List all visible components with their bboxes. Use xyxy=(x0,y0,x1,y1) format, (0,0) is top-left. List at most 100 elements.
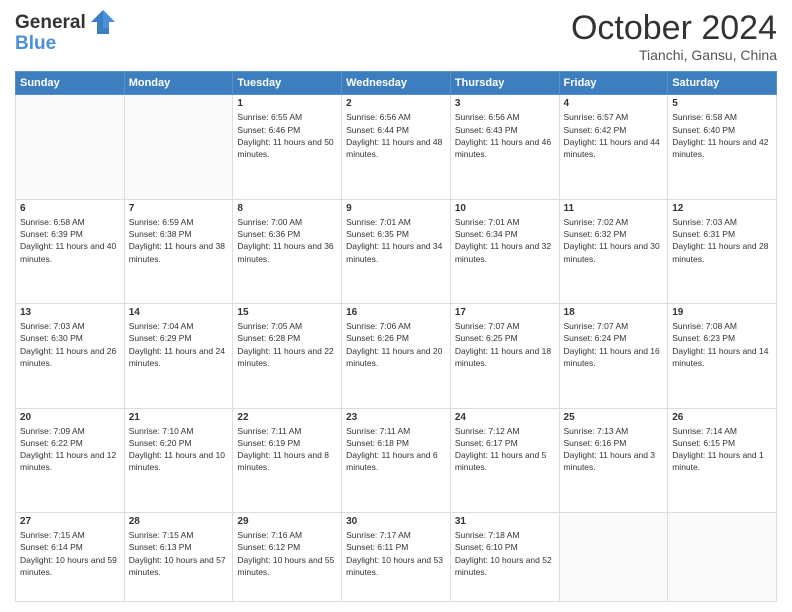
day-info-line: Sunset: 6:42 PM xyxy=(564,125,627,135)
day-info: Sunrise: 7:12 AMSunset: 6:17 PMDaylight:… xyxy=(455,425,555,474)
day-number: 1 xyxy=(237,98,337,109)
col-header-sunday: Sunday xyxy=(16,72,125,95)
day-info: Sunrise: 7:15 AMSunset: 6:13 PMDaylight:… xyxy=(129,529,229,578)
week-row-4: 27 Sunrise: 7:15 AM Sunset: 6:14 PM Dayligh… xyxy=(16,512,777,601)
day-info-line: Sunset: 6:24 PM xyxy=(564,333,627,343)
day-info-line: Daylight: 11 hours and 48 minutes. xyxy=(346,137,442,159)
day-info-line: Daylight: 11 hours and 30 minutes. xyxy=(564,241,660,263)
day-info: Sunrise: 7:16 AMSunset: 6:12 PMDaylight:… xyxy=(237,529,337,578)
day-info: Sunrise: 7:07 AMSunset: 6:25 PMDaylight:… xyxy=(455,320,555,369)
title-block: October 2024 Tianchi, Gansu, China xyxy=(571,10,777,63)
day-number: 18 xyxy=(564,307,664,318)
day-cell: 28Sunrise: 7:15 AMSunset: 6:13 PMDayligh… xyxy=(124,512,233,601)
day-number: 7 xyxy=(129,203,229,214)
day-info-line: Sunrise: 7:03 AM xyxy=(672,217,737,227)
day-info-line: Daylight: 11 hours and 26 minutes. xyxy=(20,346,116,368)
day-info: Sunrise: 7:17 AMSunset: 6:11 PMDaylight:… xyxy=(346,529,446,578)
day-cell: 13Sunrise: 7:03 AMSunset: 6:30 PMDayligh… xyxy=(16,304,125,408)
day-cell: 23Sunrise: 7:11 AMSunset: 6:18 PMDayligh… xyxy=(342,408,451,512)
day-info-line: Daylight: 11 hours and 50 minutes. xyxy=(237,137,333,159)
day-cell xyxy=(124,95,233,199)
day-info-line: Sunrise: 6:56 AM xyxy=(455,112,520,122)
day-info: Sunrise: 6:55 AMSunset: 6:46 PMDaylight:… xyxy=(237,111,337,160)
day-info: Sunrise: 7:14 AMSunset: 6:15 PMDaylight:… xyxy=(672,425,772,474)
day-info-line: Sunrise: 7:10 AM xyxy=(129,426,194,436)
day-info: Sunrise: 6:59 AMSunset: 6:38 PMDaylight:… xyxy=(129,216,229,265)
day-info-line: Daylight: 10 hours and 59 minutes. xyxy=(20,555,117,577)
day-info: Sunrise: 7:07 AM Sunset: 6:24 PM Daylight:… xyxy=(564,320,664,369)
day-cell: 16Sunrise: 7:06 AMSunset: 6:26 PMDayligh… xyxy=(342,304,451,408)
day-number: 14 xyxy=(129,307,229,318)
day-info-line: Sunrise: 7:07 AM xyxy=(564,321,629,331)
day-cell: 2Sunrise: 6:56 AMSunset: 6:44 PMDaylight… xyxy=(342,95,451,199)
day-number: 5 xyxy=(672,98,772,109)
day-info-line: Sunset: 6:35 PM xyxy=(346,229,409,239)
day-info-line: Sunrise: 7:18 AM xyxy=(455,530,520,540)
day-info: Sunrise: 7:09 AMSunset: 6:22 PMDaylight:… xyxy=(20,425,120,474)
day-info: Sunrise: 7:15 AM Sunset: 6:14 PM Daylight:… xyxy=(20,529,120,578)
day-info-line: Sunrise: 7:11 AM xyxy=(237,426,301,436)
day-info: Sunrise: 7:18 AMSunset: 6:10 PMDaylight:… xyxy=(455,529,555,578)
day-info-line: Daylight: 11 hours and 24 minutes. xyxy=(129,346,225,368)
day-cell: 3Sunrise: 6:56 AMSunset: 6:43 PMDaylight… xyxy=(450,95,559,199)
day-info-line: Sunset: 6:11 PM xyxy=(346,542,408,552)
week-row-2: 13Sunrise: 7:03 AMSunset: 6:30 PMDayligh… xyxy=(16,304,777,408)
calendar-table: SundayMondayTuesdayWednesdayThursdayFrid… xyxy=(15,71,777,602)
day-cell: 14Sunrise: 7:04 AMSunset: 6:29 PMDayligh… xyxy=(124,304,233,408)
day-info-line: Sunset: 6:32 PM xyxy=(564,229,627,239)
day-info-line: Sunset: 6:40 PM xyxy=(672,125,735,135)
day-info-line: Daylight: 11 hours and 12 minutes. xyxy=(20,450,116,472)
day-info-line: Daylight: 11 hours and 5 minutes. xyxy=(455,450,547,472)
day-info-line: Sunset: 6:38 PM xyxy=(129,229,192,239)
day-info-line: Daylight: 11 hours and 32 minutes. xyxy=(455,241,551,263)
day-info-line: Sunset: 6:17 PM xyxy=(455,438,518,448)
day-number: 23 xyxy=(346,412,446,423)
day-info: Sunrise: 7:03 AMSunset: 6:30 PMDaylight:… xyxy=(20,320,120,369)
day-number: 30 xyxy=(346,516,446,527)
day-info-line: Sunset: 6:13 PM xyxy=(129,542,192,552)
day-info-line: Daylight: 11 hours and 38 minutes. xyxy=(129,241,225,263)
day-info-line: Sunset: 6:39 PM xyxy=(20,229,83,239)
day-number: 8 xyxy=(237,203,337,214)
day-number: 31 xyxy=(455,516,555,527)
day-info-line: Daylight: 11 hours and 16 minutes. xyxy=(564,346,660,368)
day-info-line: Sunset: 6:14 PM xyxy=(20,542,83,552)
day-info-line: Sunset: 6:31 PM xyxy=(672,229,735,239)
day-number: 15 xyxy=(237,307,337,318)
day-cell: 22Sunrise: 7:11 AMSunset: 6:19 PMDayligh… xyxy=(233,408,342,512)
day-info: Sunrise: 7:10 AMSunset: 6:20 PMDaylight:… xyxy=(129,425,229,474)
day-info-line: Sunrise: 7:04 AM xyxy=(129,321,194,331)
day-info-line: Daylight: 10 hours and 57 minutes. xyxy=(129,555,226,577)
day-cell: 9Sunrise: 7:01 AMSunset: 6:35 PMDaylight… xyxy=(342,199,451,303)
day-info-line: Daylight: 11 hours and 1 minute. xyxy=(672,450,764,472)
day-cell: 21Sunrise: 7:10 AMSunset: 6:20 PMDayligh… xyxy=(124,408,233,512)
location-subtitle: Tianchi, Gansu, China xyxy=(571,47,777,63)
day-info-line: Sunset: 6:43 PM xyxy=(455,125,518,135)
day-number: 10 xyxy=(455,203,555,214)
day-number: 27 xyxy=(20,516,120,527)
day-number: 19 xyxy=(672,307,772,318)
day-info-line: Sunrise: 6:56 AM xyxy=(346,112,411,122)
week-row-1: 6Sunrise: 6:58 AMSunset: 6:39 PMDaylight… xyxy=(16,199,777,303)
day-cell: 31 Sunrise: 7:18 AMSunset: 6:10 PMDayligh… xyxy=(450,512,559,601)
day-info-line: Sunrise: 7:08 AM xyxy=(672,321,737,331)
week-row-0: 1 Sunrise: 6:55 AMSunset: 6:46 PMDaylight… xyxy=(16,95,777,199)
day-info-line: Sunset: 6:19 PM xyxy=(237,438,300,448)
day-cell: 17Sunrise: 7:07 AMSunset: 6:25 PMDayligh… xyxy=(450,304,559,408)
day-info: Sunrise: 6:58 AMSunset: 6:40 PMDaylight:… xyxy=(672,111,772,160)
day-info-line: Daylight: 11 hours and 22 minutes. xyxy=(237,346,333,368)
day-info-line: Sunset: 6:22 PM xyxy=(20,438,83,448)
col-header-monday: Monday xyxy=(124,72,233,95)
day-number: 21 xyxy=(129,412,229,423)
day-cell xyxy=(16,95,125,199)
day-cell: 20Sunrise: 7:09 AMSunset: 6:22 PMDayligh… xyxy=(16,408,125,512)
day-cell: 18 Sunrise: 7:07 AM Sunset: 6:24 PM Dayligh… xyxy=(559,304,668,408)
day-info-line: Sunrise: 7:16 AM xyxy=(237,530,302,540)
day-info-line: Sunrise: 6:55 AM xyxy=(237,112,302,122)
day-info-line: Sunrise: 7:11 AM xyxy=(346,426,410,436)
day-info: Sunrise: 7:01 AMSunset: 6:35 PMDaylight:… xyxy=(346,216,446,265)
day-info-line: Daylight: 11 hours and 8 minutes. xyxy=(237,450,329,472)
day-info-line: Sunset: 6:20 PM xyxy=(129,438,192,448)
day-info-line: Daylight: 10 hours and 52 minutes. xyxy=(455,555,552,577)
day-info-line: Sunrise: 7:15 AM xyxy=(20,530,85,540)
